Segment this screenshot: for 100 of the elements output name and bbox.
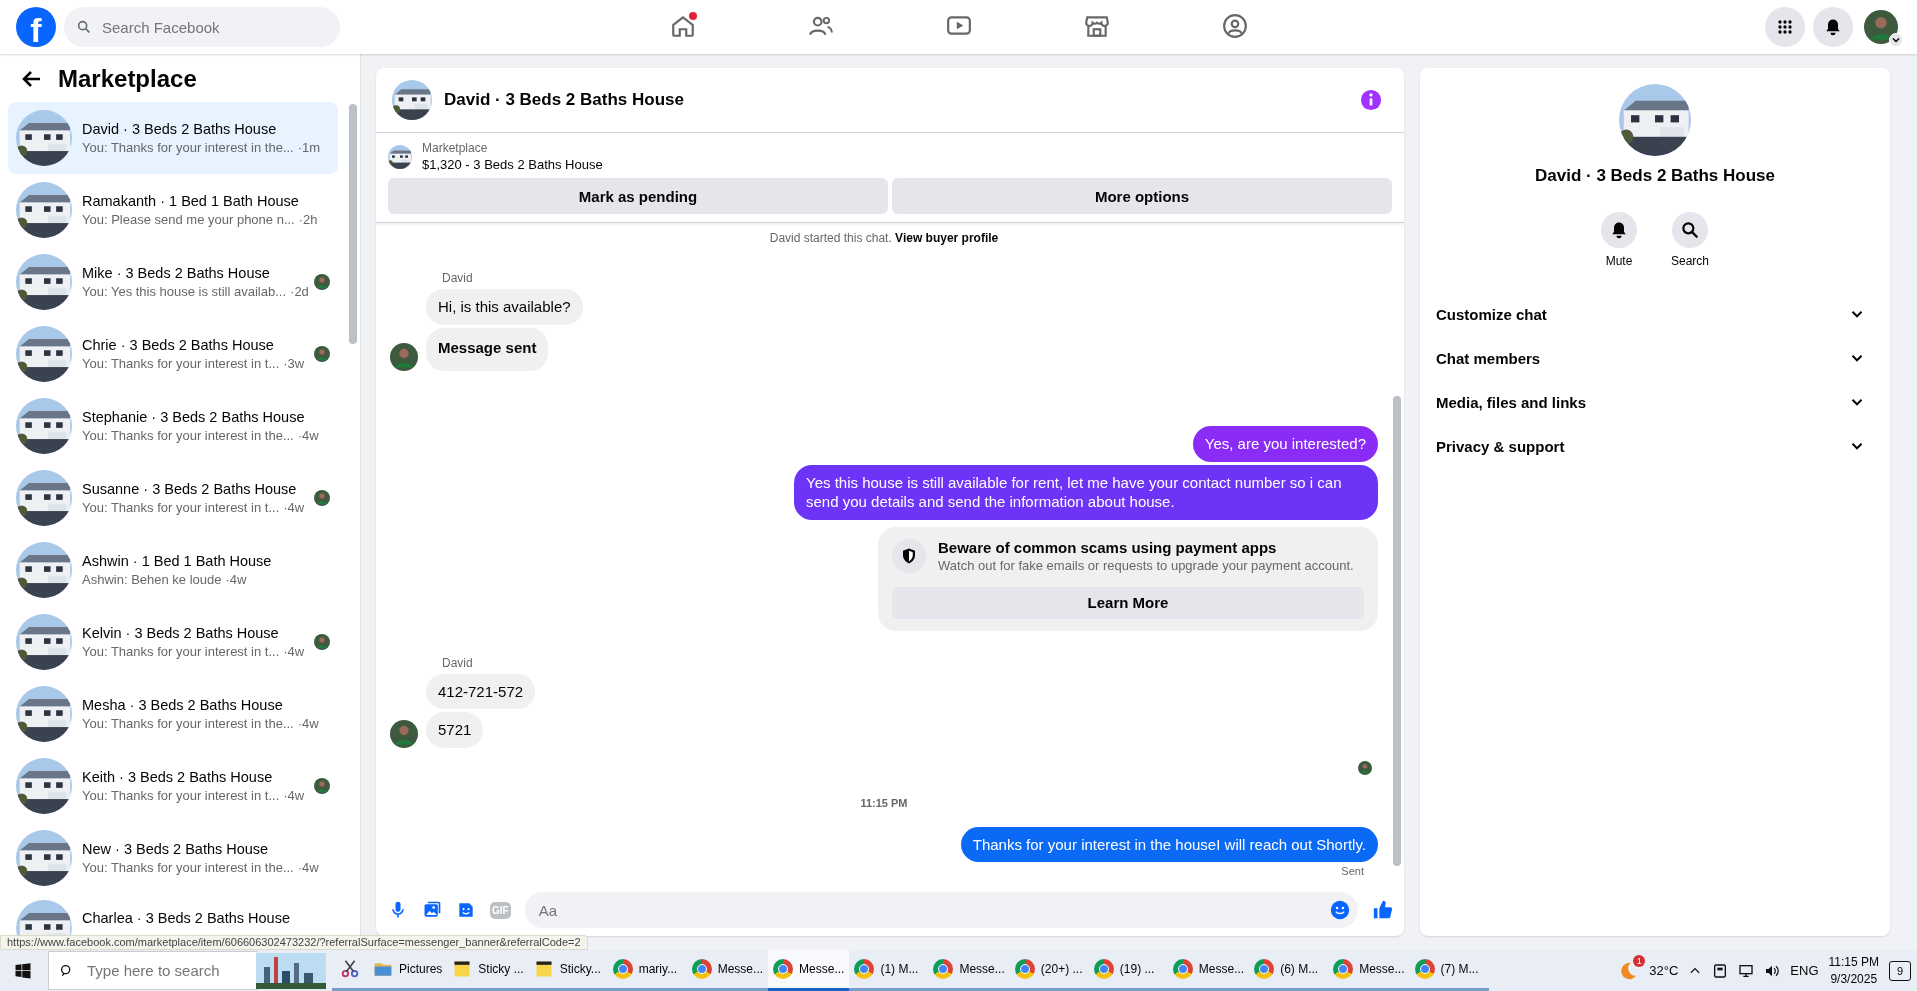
message-preview: You: Yes this house is still availab... (82, 284, 287, 299)
taskbar-app[interactable]: Messe... (928, 950, 1010, 991)
page-title: Marketplace (58, 65, 197, 93)
conversation-name: Mesha · 3 Beds 2 Baths House (82, 697, 284, 713)
chat-notice: David started this chat. View buyer profile (768, 231, 1000, 245)
browser-icon (1093, 959, 1114, 979)
taskbar-app[interactable]: Messe... (1167, 950, 1250, 991)
image-icon[interactable] (422, 900, 442, 920)
menu-button[interactable] (1765, 7, 1805, 47)
message-field[interactable]: Aa (524, 892, 1358, 928)
search-icon (1680, 220, 1700, 240)
action-button[interactable]: More options (892, 178, 1392, 214)
storage-icon[interactable] (1712, 962, 1729, 979)
conversation-item[interactable]: Ashwin · 1 Bed 1 Bath House Ashwin: Behen ke loude ·4w (8, 534, 338, 606)
thumbs-up-icon[interactable] (1372, 899, 1394, 921)
conversation-name: David · 3 Beds 2 Baths House (82, 121, 278, 137)
taskbar-app[interactable]: Pictures (368, 950, 448, 991)
search-icon (76, 19, 92, 35)
section-header[interactable]: Customize chat (1436, 292, 1874, 336)
notifications-button[interactable] (1813, 7, 1853, 47)
browser-icon (1014, 959, 1035, 979)
language-indicator[interactable]: ENG (1790, 963, 1819, 978)
message-preview: You: Thanks for your interest in the... (82, 716, 294, 731)
conversation-item[interactable]: Kelvin · 3 Beds 2 Baths House You: Thanks for your interest in t... ·4w (8, 606, 338, 678)
delivery-status: Sent (1340, 865, 1365, 877)
taskbar-app[interactable]: (20+) ... (1009, 950, 1089, 991)
mute-button[interactable] (1601, 212, 1637, 248)
timestamp: ·4w (283, 500, 305, 515)
chat-title: David · 3 Beds 2 Baths House (1535, 166, 1775, 186)
conversation-name: Susanne · 3 Beds 2 Baths House (82, 481, 298, 497)
conversation-item[interactable]: Stephanie · 3 Beds 2 Baths House You: Thanks for your interest in the... ·4w (8, 390, 338, 462)
browser-icon (854, 959, 875, 979)
section-header[interactable]: Media, files and links (1436, 380, 1874, 424)
conversation-item[interactable]: Keith · 3 Beds 2 Baths House You: Thanks for your interest in t... ·4w (8, 750, 338, 822)
conversation-item[interactable]: David · 3 Beds 2 Baths House You: Thanks for your interest in the... ·1m (8, 102, 338, 174)
section-header[interactable]: Privacy & support (1436, 424, 1874, 468)
action-label: Search (1671, 254, 1709, 268)
chat-title: David · 3 Beds 2 Baths House (444, 90, 685, 110)
taskbar-app[interactable]: Sticky ... (447, 950, 529, 991)
clock[interactable]: 11:15 PM 9/3/2025 (1828, 954, 1879, 987)
taskbar-search-field[interactable]: Type here to search (48, 951, 258, 990)
profile-button[interactable] (1861, 7, 1901, 47)
scrollbar[interactable] (349, 104, 357, 344)
conversation-item[interactable]: New · 3 Beds 2 Baths House You: Thanks for your interest in the... ·4w (8, 822, 338, 894)
buyer-profile-link[interactable]: View buyer profile (895, 231, 999, 245)
taskbar-app[interactable]: Messe... (768, 950, 850, 991)
taskbar-app[interactable]: Messe... (1328, 950, 1410, 991)
conversation-name: Chrie · 3 Beds 2 Baths House (82, 337, 275, 353)
notification-center-button[interactable]: 9 (1889, 960, 1911, 981)
windows-icon[interactable] (14, 961, 32, 980)
emoji-icon[interactable] (1330, 900, 1350, 920)
avatar (390, 343, 418, 371)
timestamp: ·3w (283, 356, 305, 371)
section-label: Privacy & support (1436, 437, 1565, 455)
search-input[interactable]: Type here to search (85, 961, 247, 980)
sender-name: David (442, 655, 474, 670)
taskbar-app[interactable]: (7) M... (1409, 950, 1489, 991)
message-preview: You: Thanks for your interest in t... (82, 788, 280, 803)
conversation-name: New · 3 Beds 2 Baths House (82, 841, 270, 857)
search-button[interactable] (1672, 212, 1708, 248)
timestamp: ·4w (225, 572, 247, 587)
action-label: Mute (1605, 254, 1633, 268)
message-preview: You: Thanks for your interest in t... (82, 500, 280, 515)
message-preview: You: Thanks for your interest in t... (82, 356, 280, 371)
message-input[interactable]: Aa (536, 900, 1330, 920)
section-header[interactable]: Chat members (1436, 336, 1874, 380)
avatar (390, 719, 418, 748)
message-preview: You: Thanks for your interest in the... (82, 428, 294, 443)
taskbar-app[interactable]: mariy... (607, 950, 687, 991)
browser-icon (1172, 959, 1193, 979)
section-label: Chat members (1436, 349, 1541, 367)
note-icon (452, 959, 473, 979)
logo[interactable]: f (16, 7, 56, 47)
taskbar-app[interactable]: (19) ... (1088, 950, 1168, 991)
conversation-name: Kelvin · 3 Beds 2 Baths House (82, 625, 280, 641)
timestamp: ·4w (297, 716, 319, 731)
warning-text: Watch out for fake emails or requests to upgrade your payment account. (938, 557, 1354, 573)
conversation-item[interactable]: Mike · 3 Beds 2 Baths House You: Yes this house is still availab... ·2d (8, 246, 338, 318)
conversation-item[interactable]: Chrie · 3 Beds 2 Baths House You: Thanks for your interest in t... ·3w (8, 318, 338, 390)
listing-title: $1,320 - 3 Beds 2 Baths House (422, 157, 603, 172)
action-button[interactable]: Mark as pending (388, 178, 888, 214)
search-field[interactable]: Search Facebook (64, 7, 340, 47)
sticker-icon[interactable] (456, 900, 476, 920)
message-preview: You: Please send me your phone n... (82, 212, 295, 227)
message-bubble: Thanks for your interest in the houseI will reach out Shortly. (960, 826, 1378, 862)
conversation-item[interactable]: Susanne · 3 Beds 2 Baths House You: Thanks for your interest in t... ·4w (8, 462, 338, 534)
taskbar-app[interactable]: Sticky... (528, 950, 608, 991)
section-label: Customize chat (1436, 305, 1547, 323)
message-preview: You: Thanks for your interest in the... (82, 860, 294, 875)
learn-more-button[interactable]: Learn More (892, 586, 1364, 619)
avatar (1864, 10, 1898, 44)
temperature: 32°C (1649, 963, 1679, 978)
taskbar-app[interactable]: (1) M... (849, 950, 929, 991)
search-input[interactable]: Search Facebook (100, 17, 328, 37)
info-icon[interactable] (1360, 89, 1382, 111)
scrollbar[interactable] (1393, 396, 1401, 866)
taskbar-app[interactable]: (6) M... (1249, 950, 1329, 991)
message-bubble: 5721 (426, 712, 484, 748)
conversation-item[interactable]: Mesha · 3 Beds 2 Baths House You: Thanks for your interest in the... ·4w (8, 678, 338, 750)
conversation-item[interactable]: Ramakanth · 1 Bed 1 Bath House You: Please send me your phone n... ·2h (8, 174, 338, 246)
